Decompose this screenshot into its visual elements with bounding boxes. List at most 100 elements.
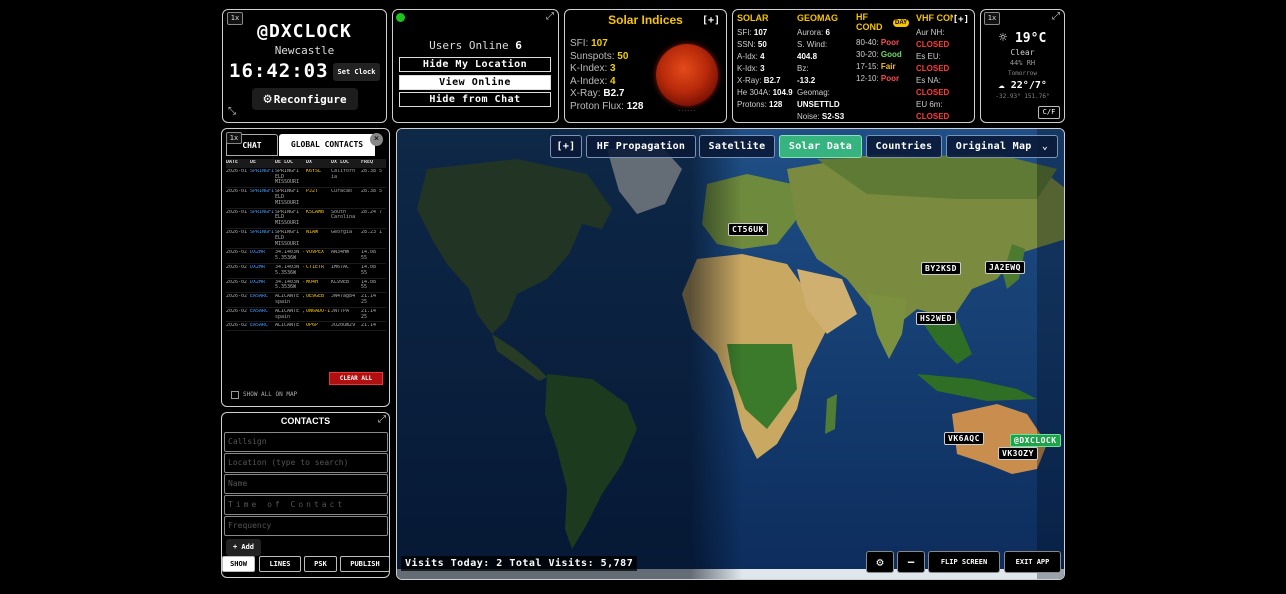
- map-callsign-marker[interactable]: CT56UK: [728, 223, 768, 236]
- table-cell: AN34HW: [331, 250, 350, 256]
- hf-band-value: Poor: [880, 74, 900, 83]
- hide-location-button[interactable]: Hide My Location: [399, 57, 551, 72]
- publish-button[interactable]: PUBLISH: [340, 556, 390, 572]
- show-all-checkbox[interactable]: [231, 391, 239, 399]
- table-cell: KL99EB: [331, 279, 350, 285]
- table-row[interactable]: 2026-01 SPRINGFI SPRINGFI ELD MISSOURI PJ2T…: [226, 188, 386, 209]
- condition-label: A-Idx:: [737, 52, 758, 61]
- condition-row: SSN: 50: [737, 39, 795, 51]
- table-cell: 14.08 55: [361, 264, 377, 276]
- settings-button[interactable]: ⚙: [866, 551, 894, 573]
- solar-index-value: 128: [626, 100, 644, 112]
- expand-icon[interactable]: ⤢: [546, 11, 554, 22]
- psk-button[interactable]: PSK: [304, 556, 337, 572]
- expand-icon[interactable]: ⤢: [1052, 11, 1060, 22]
- table-row[interactable]: 2026-02 EA5ARC ALICANTE , spain OE9GEB JN47a…: [226, 293, 386, 308]
- geomag-column: GEOMAG Aurora: 6 S. Wind: 404.8 Bz: -13.2 Geo…: [797, 12, 857, 122]
- clear-all-button[interactable]: CLEAR ALL: [329, 372, 383, 385]
- table-cell: 14.08 55: [361, 250, 377, 262]
- table-cell: ALICANTE , spain: [275, 308, 306, 320]
- map-expand-button[interactable]: [+]: [550, 135, 582, 158]
- expand-button[interactable]: [+]: [702, 15, 720, 26]
- hf-band-row: 30-20: Good: [856, 49, 914, 61]
- solar-rows: SFI: 107 SSN: 50 A-Idx: 4 K-Idx: 3 X-Ray: B2…: [737, 27, 795, 111]
- hide-chat-button[interactable]: Hide from Chat: [399, 92, 551, 107]
- table-cell: 34.1403N - 5.3536W: [275, 250, 306, 262]
- table-cell: UN6ADO-1: [306, 308, 331, 314]
- time-input[interactable]: Time of Contact: [224, 495, 388, 515]
- unit-toggle-button[interactable]: C/F: [1038, 106, 1060, 119]
- sun-caption: ------: [677, 108, 697, 114]
- solar-index-value: B2.7: [603, 88, 625, 100]
- users-online: Users Online 6: [393, 39, 558, 52]
- expand-icon[interactable]: ⤢: [378, 414, 386, 425]
- exit-app-button[interactable]: EXIT APP: [1004, 551, 1061, 573]
- reconfigure-button[interactable]: ⚙ Reconfigure: [252, 88, 358, 110]
- table-row[interactable]: 2026-01 SPRINGFI SPRINGFI ELD MISSOURI K5LA…: [226, 209, 386, 229]
- callsign-input[interactable]: Callsign: [224, 432, 388, 452]
- weather-size-toggle[interactable]: 1x: [984, 12, 1000, 25]
- map-callsign-marker[interactable]: VK3OZY: [998, 447, 1038, 460]
- frequency-input[interactable]: Frequency: [224, 516, 388, 536]
- night-shade: [397, 129, 742, 579]
- table-row[interactable]: 2026-02 DX2MR 34.1403N - 5.3536W MO4H KL99EB…: [226, 279, 386, 294]
- flip-screen-button[interactable]: FLIP SCREEN: [928, 551, 1000, 573]
- lines-button[interactable]: LINES: [259, 556, 301, 572]
- world-map[interactable]: [+] HF Propagation Satellite Solar Data …: [396, 128, 1065, 580]
- solar-indices-list: SFI: 107 Sunspots: 50 K-Index: 3 A-Index: 4…: [570, 38, 643, 114]
- chevron-down-icon: ⌄: [1041, 141, 1049, 152]
- callsign-title: @DXCLOCK: [257, 21, 352, 42]
- table-cell: 21.14 25: [361, 308, 377, 320]
- solar-index-row: A-Index: 4: [570, 76, 643, 89]
- view-online-button[interactable]: View Online: [399, 75, 551, 90]
- tab-satellite[interactable]: Satellite: [699, 135, 775, 158]
- column-header: DE LOC: [275, 160, 294, 165]
- table-row[interactable]: 2026-02 DX2MR 34.1403N - 5.3536W VO9PEX AN34…: [226, 249, 386, 264]
- show-button[interactable]: SHOW: [222, 556, 255, 572]
- condition-value: B2.7: [763, 76, 781, 85]
- table-row[interactable]: 2026-02 EA5ARC ALICANTE OP6P JO20um29 21.14: [226, 322, 386, 332]
- tab-countries[interactable]: Countries: [866, 135, 942, 158]
- tab-hf-propagation[interactable]: HF Propagation: [586, 135, 696, 158]
- minimize-button[interactable]: −: [897, 551, 925, 573]
- set-clock-button[interactable]: Set Clock: [333, 63, 380, 81]
- map-callsign-marker[interactable]: BY2KSD: [921, 262, 961, 275]
- table-row[interactable]: 2026-01 SPRINGFI SPRINGFI ELD MISSOURI N1AW…: [226, 229, 386, 250]
- expand-icon[interactable]: ⤡: [228, 106, 236, 117]
- chat-panel: 1x CHAT GLOBAL CONTACTS × DATE DE DE LOC DX…: [221, 128, 390, 407]
- contacts-panel: CONTACTS ⤢ Callsign Location (type to se…: [221, 412, 390, 578]
- close-icon[interactable]: ×: [370, 133, 383, 146]
- table-cell: 34.1403N - 5.3536W: [275, 279, 306, 291]
- table-row[interactable]: 2026-01 SPRINGFI SPRINGFI ELD MISSOURI K6YS…: [226, 168, 386, 189]
- table-row[interactable]: 2026-02 DX2MR 34.1403N - 5.3536W CT1ETR IM67…: [226, 264, 386, 279]
- condition-label: Geomag:: [797, 88, 830, 97]
- expand-button[interactable]: [+]: [952, 15, 969, 25]
- map-callsign-marker[interactable]: HS2WED: [916, 312, 956, 325]
- table-cell: 2026-02: [226, 250, 248, 256]
- location-input[interactable]: Location (type to search): [224, 453, 388, 473]
- condition-row: K-Idx: 3: [737, 63, 795, 75]
- location-label: Newcastle: [274, 44, 335, 57]
- map-style-select[interactable]: Original Map ⌄: [946, 135, 1058, 158]
- tomorrow-forecast: ☁ 22°/7°: [981, 78, 1064, 91]
- tab-solar-data[interactable]: Solar Data: [779, 135, 862, 158]
- gear-icon: ⚙: [263, 91, 272, 107]
- column-header: DX LOC: [331, 160, 350, 165]
- add-button[interactable]: + Add: [226, 539, 261, 556]
- map-callsign-marker[interactable]: JA2EWQ: [985, 261, 1025, 274]
- tab-global-contacts[interactable]: GLOBAL CONTACTS: [279, 134, 375, 156]
- solar-index-label: A-Index:: [570, 75, 608, 87]
- table-cell: OE9GEB: [306, 294, 325, 300]
- column-header: FREQ: [361, 160, 374, 165]
- map-callsign-marker[interactable]: VK6AQC: [944, 432, 984, 445]
- name-input[interactable]: Name: [224, 474, 388, 494]
- table-row[interactable]: 2026-02 EA5ARC ALICANTE , spain UN6ADO-1 JN7…: [226, 308, 386, 323]
- table-cell: ALICANTE , spain: [275, 294, 306, 305]
- hf-band-row: 17-15: Fair: [856, 61, 914, 73]
- condition-row: He 304A: 104.9: [737, 87, 795, 99]
- home-callsign-marker[interactable]: @DXCLOCK: [1010, 434, 1061, 447]
- vhf-label: Es EU:: [916, 52, 941, 61]
- table-cell: Californ ia: [331, 168, 356, 180]
- chat-size-toggle[interactable]: 1x: [226, 132, 242, 144]
- table-cell: Curacao: [331, 189, 353, 195]
